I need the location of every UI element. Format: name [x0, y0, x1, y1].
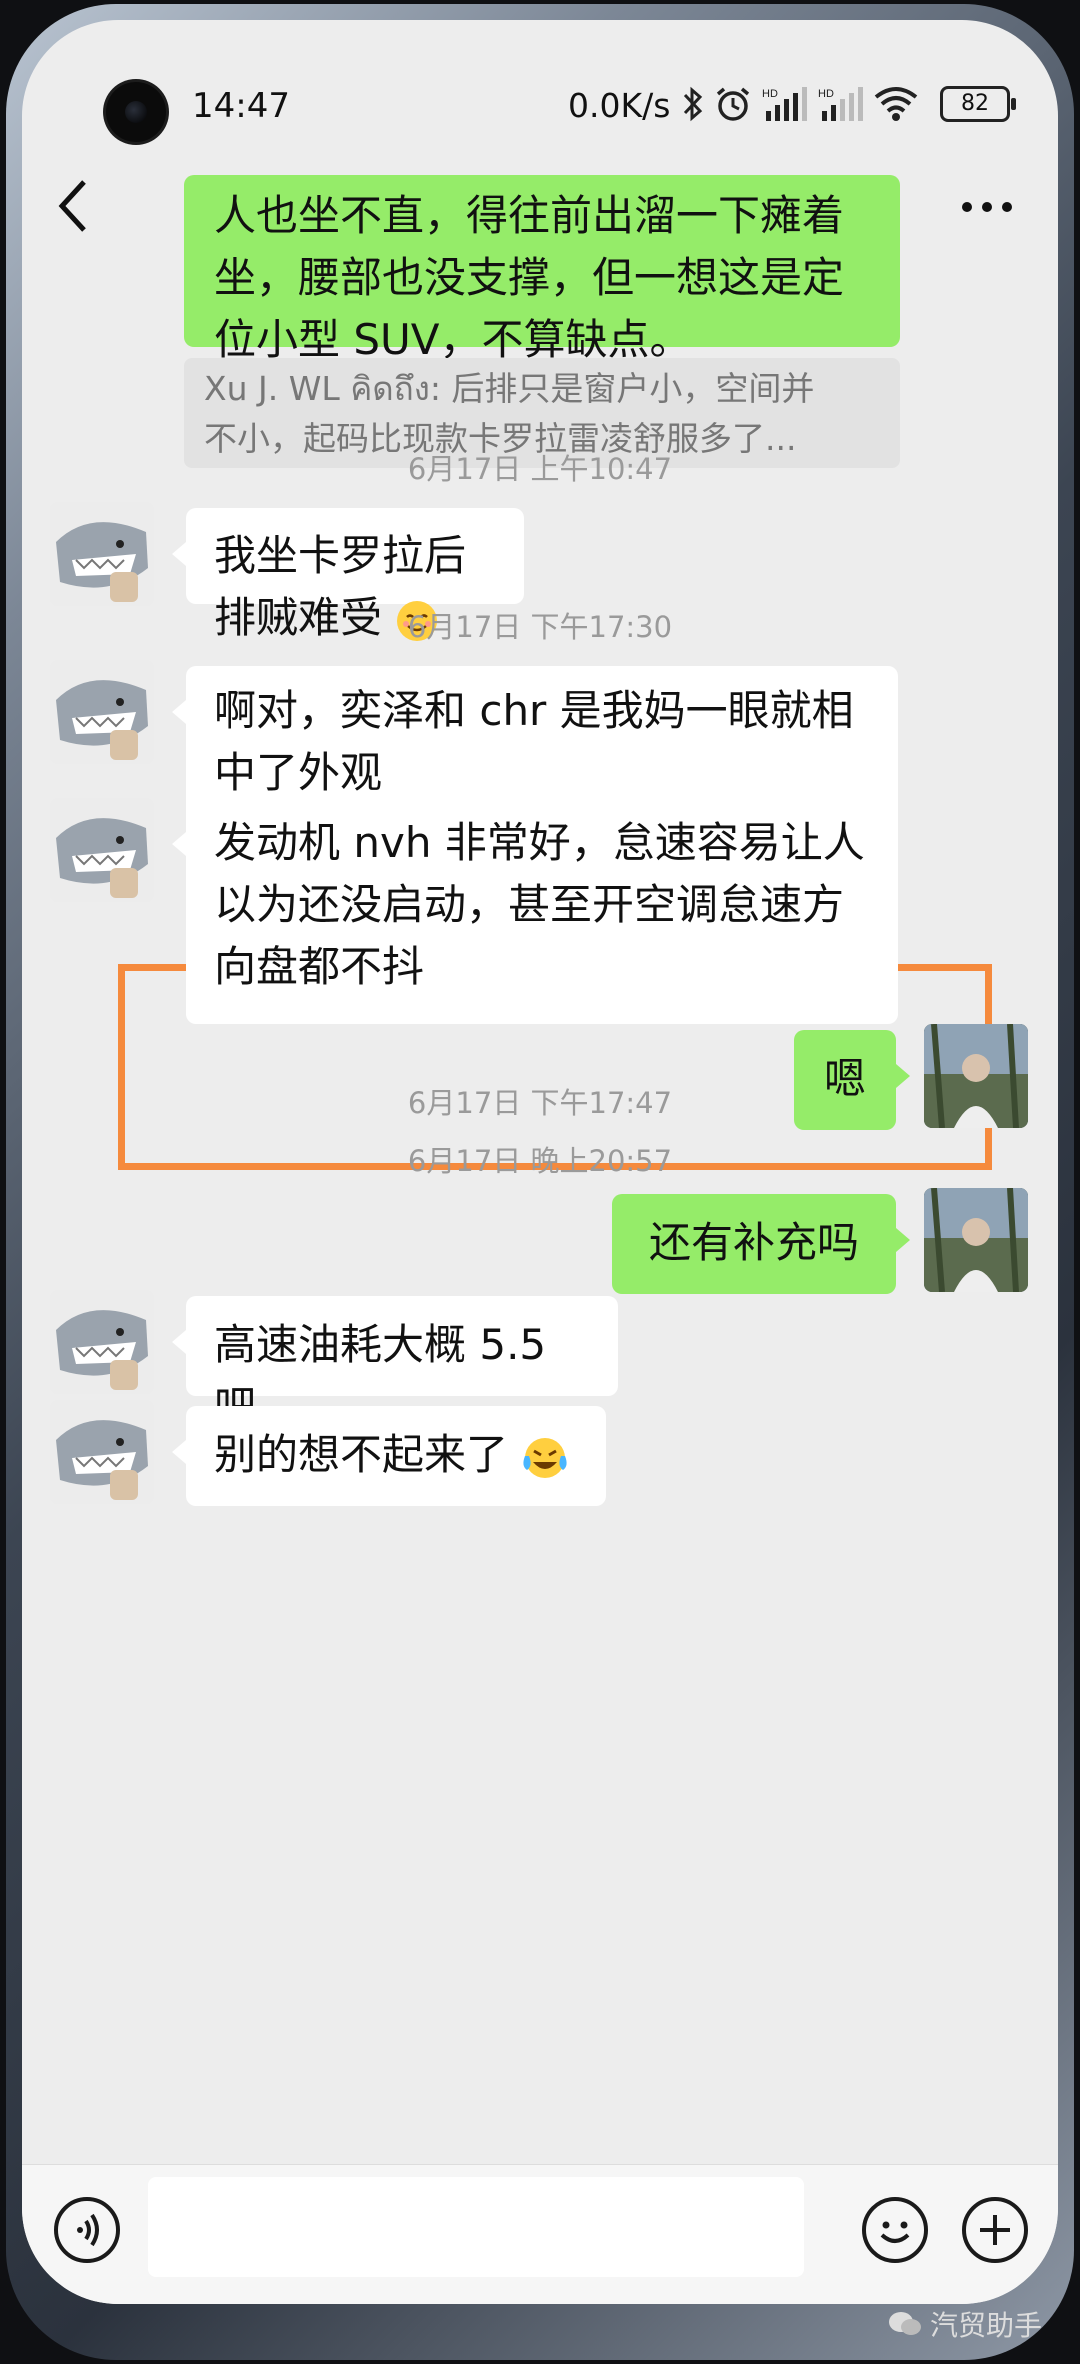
avatar[interactable]	[50, 1290, 154, 1394]
message-line: 以为还没启动，甚至开空调怠速方	[214, 880, 845, 929]
avatar-self[interactable]	[924, 1188, 1028, 1292]
wifi-icon	[874, 87, 918, 121]
message-bubble-incoming[interactable]: 别的想不起来了	[172, 1406, 606, 1506]
more-functions-button[interactable]	[962, 2197, 1028, 2263]
status-icons: HD HD	[682, 82, 918, 126]
message-bubble-incoming[interactable]: 高速油耗大概 5.5 吧	[172, 1296, 618, 1431]
message-line: 人也坐不直，得往前出溜一下瘫着	[214, 191, 845, 240]
shark-avatar-icon	[50, 1400, 154, 1504]
message-text: 嗯	[823, 1054, 866, 1103]
message-line: 中了外观	[214, 748, 383, 797]
watermark: 汽贸助手	[888, 2304, 1042, 2344]
input-toolbar	[22, 2164, 1058, 2304]
message-bubble-incoming[interactable]: 发动机 nvh 非常好，怠速容易让人 以为还没启动，甚至开空调怠速方 向盘都不抖	[172, 798, 898, 1024]
timestamp: 6月17日 晚上20:57	[407, 1144, 673, 1178]
more-button[interactable]	[952, 192, 1022, 222]
message-text: 还有补充吗	[648, 1218, 859, 1267]
shark-avatar-icon	[50, 1290, 154, 1394]
screen: 14:47 0.0K/s HD HD 82 Xu J. WL คิดถึง 人也…	[22, 20, 1058, 2304]
timestamp: 6月17日 下午17:30	[407, 610, 673, 644]
message-bubble-incoming[interactable]: 我坐卡罗拉后排贼难受	[172, 508, 524, 642]
voice-button[interactable]	[54, 2197, 120, 2263]
battery-icon: 82	[940, 86, 1016, 122]
avatar[interactable]	[50, 660, 154, 764]
shark-avatar-icon	[50, 798, 154, 902]
message-input[interactable]	[148, 2177, 804, 2277]
timestamp: 6月17日 上午10:47	[407, 452, 673, 486]
svg-text:HD: HD	[762, 88, 778, 100]
message-line: 发动机 nvh 非常好，怠速容易让人	[214, 818, 865, 867]
message-bubble-incoming[interactable]: 啊对，奕泽和 chr 是我妈一眼就相 中了外观	[172, 666, 898, 820]
message-bubble-outgoing[interactable]: 人也坐不直，得往前出溜一下瘫着 坐，腰部也没支撑，但一想这是定 位小型 SUV，…	[184, 175, 900, 364]
more-icon	[962, 202, 1012, 212]
message-line: 向盘都不抖	[214, 942, 425, 991]
emoji-button[interactable]	[862, 2197, 928, 2263]
user-photo-avatar-icon	[924, 1024, 1028, 1128]
avatar[interactable]	[50, 798, 154, 902]
phone-frame: 14:47 0.0K/s HD HD 82 Xu J. WL คิดถึง 人也…	[6, 4, 1074, 2360]
signal-hd-icon: HD	[762, 87, 807, 121]
avatar[interactable]	[50, 1400, 154, 1504]
emoji-icon	[880, 2221, 910, 2243]
crying-laugh-emoji	[523, 1437, 567, 1478]
plus-icon	[980, 2215, 1010, 2245]
user-photo-avatar-icon	[924, 1188, 1028, 1292]
network-speed: 0.0K/s	[568, 86, 671, 125]
svg-text:HD: HD	[818, 88, 834, 100]
message-line: 坐，腰部也没支撑，但一想这是定	[214, 253, 845, 302]
watermark-text: 汽贸助手	[930, 2309, 1043, 2342]
wechat-icon	[889, 2312, 921, 2335]
alarm-icon	[716, 87, 750, 121]
status-time: 14:47	[192, 86, 290, 126]
message-bubble-outgoing[interactable]: 还有补充吗	[612, 1194, 910, 1294]
avatar-self[interactable]	[924, 1024, 1028, 1128]
avatar[interactable]	[50, 502, 154, 606]
front-camera	[106, 82, 166, 142]
voice-icon	[77, 2213, 99, 2247]
message-line: 啊对，奕泽和 chr 是我妈一眼就相	[214, 686, 854, 735]
message-text: 别的想不起来了	[214, 1430, 509, 1479]
bluetooth-icon	[683, 86, 703, 122]
shark-avatar-icon	[50, 502, 154, 606]
quote-line: Xu J. WL คิดถึง: 后排只是窗户小，空间并	[204, 369, 815, 408]
message-bubble-outgoing[interactable]: 嗯	[794, 1030, 910, 1130]
shark-avatar-icon	[50, 660, 154, 764]
signal-hd-icon: HD	[818, 87, 863, 121]
